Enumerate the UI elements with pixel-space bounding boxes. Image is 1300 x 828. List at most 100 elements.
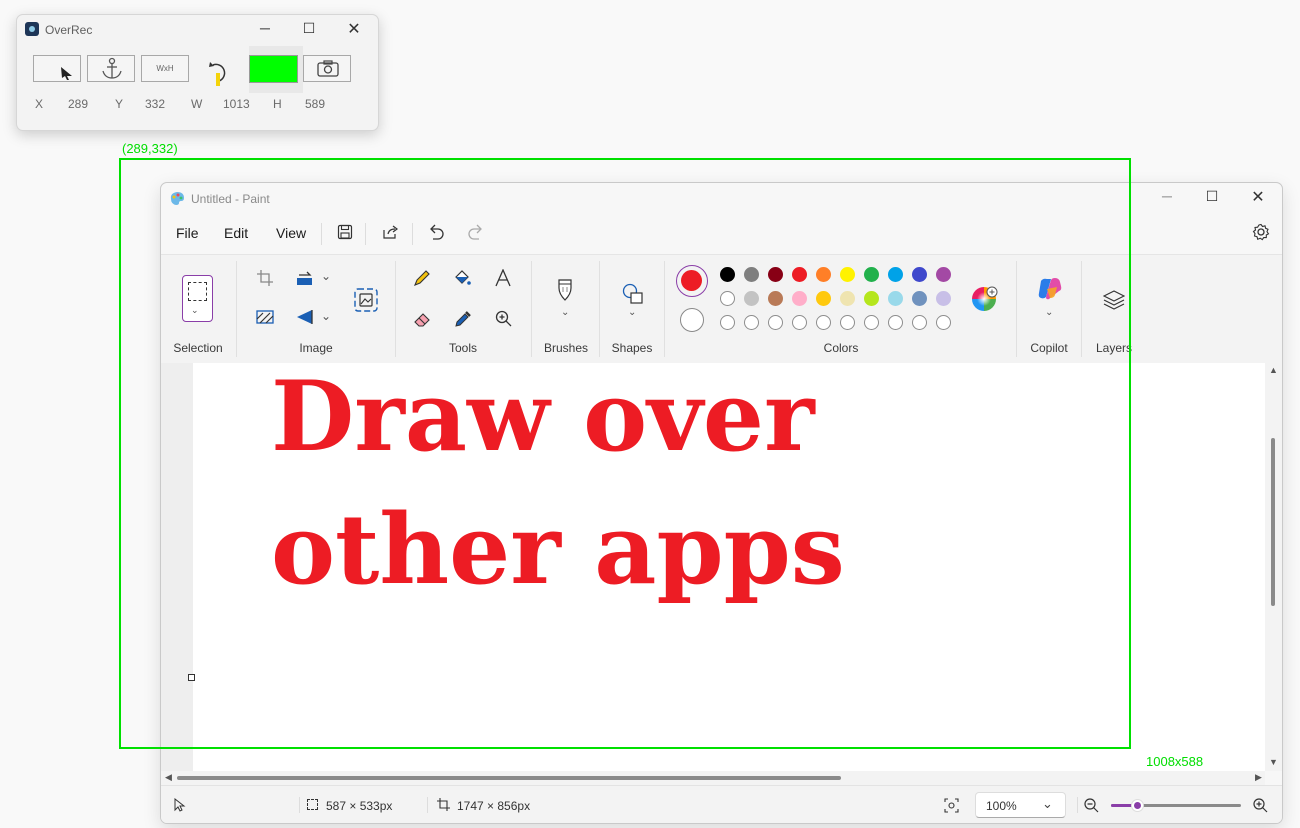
scroll-down-icon[interactable]: ▼ [1269,757,1278,767]
share-icon[interactable] [382,224,399,240]
chevron-down-icon[interactable]: ⌄ [628,307,636,318]
palette-swatch[interactable] [936,291,951,306]
palette-swatch[interactable] [816,291,831,306]
scroll-left-icon[interactable]: ◀ [165,772,172,783]
menu-edit[interactable]: Edit [224,225,248,241]
zoom-out-icon[interactable] [1084,798,1099,813]
palette-empty-slot[interactable] [864,315,879,330]
size-button[interactable]: WxH [141,55,189,82]
palette-empty-slot[interactable] [816,315,831,330]
palette-swatch[interactable] [792,291,807,306]
paint-minimize-icon[interactable]: ─ [1153,188,1181,204]
coord-w-value: 1013 [223,97,250,111]
edit-colors-icon[interactable] [971,286,999,314]
palette-swatch[interactable] [864,291,879,306]
menu-divider [412,223,413,245]
palette-swatch[interactable] [912,291,927,306]
save-icon[interactable] [337,224,353,240]
vertical-scroll-thumb[interactable] [1271,438,1275,606]
menu-divider [365,223,366,245]
menu-view[interactable]: View [276,225,306,241]
zoom-select[interactable]: 100% ⌄ [975,792,1066,818]
primary-color-ring[interactable] [676,265,708,297]
eraser-icon[interactable] [413,310,431,328]
palette-empty-slot[interactable] [840,315,855,330]
palette-swatch[interactable] [840,291,855,306]
minimize-icon[interactable]: ─ [251,20,279,36]
canvas-resize-handle[interactable] [188,674,195,681]
color-picker-icon[interactable] [454,310,472,328]
palette-empty-slot[interactable] [792,315,807,330]
magnifier-icon[interactable] [495,310,513,328]
canvas-size-icon [437,798,450,811]
rotate-flip-icon[interactable] [296,309,314,325]
pencil-icon[interactable] [413,269,431,287]
palette-swatch[interactable] [840,267,855,282]
cursor-highlight-icon[interactable] [205,55,233,87]
scroll-right-icon[interactable]: ▶ [1255,772,1262,783]
anchor-button[interactable] [87,55,135,82]
palette-swatch[interactable] [744,267,759,282]
palette-swatch[interactable] [888,291,903,306]
palette-swatch[interactable] [912,267,927,282]
palette-swatch[interactable] [816,267,831,282]
ribbon-separator [236,261,237,357]
horizontal-scrollbar[interactable]: ◀ ▶ [161,771,1265,785]
copilot-icon[interactable] [1037,277,1063,301]
primary-color-swatch [681,270,702,291]
palette-swatch[interactable] [720,267,735,282]
palette-swatch[interactable] [792,267,807,282]
chevron-down-icon[interactable]: ⌄ [1045,307,1053,318]
chevron-down-icon[interactable]: ⌄ [321,309,331,323]
paint-maximize-icon[interactable]: ☐ [1198,188,1226,205]
select-all-pattern-icon[interactable] [256,310,274,324]
palette-swatch[interactable] [768,291,783,306]
palette-empty-slot[interactable] [912,315,927,330]
image-resize-icon[interactable] [354,288,378,312]
palette-swatch[interactable] [864,267,879,282]
settings-gear-icon[interactable] [1252,223,1270,241]
scroll-up-icon[interactable]: ▲ [1269,365,1278,375]
redo-icon[interactable] [467,223,485,241]
coord-h-label: H [273,97,282,111]
zoom-in-icon[interactable] [1253,798,1268,813]
drawing-canvas[interactable]: Draw over other apps [193,360,1265,771]
layers-icon[interactable] [1103,289,1125,311]
chevron-down-icon[interactable]: ⌄ [321,269,331,283]
maximize-icon[interactable]: ☐ [295,20,323,37]
status-divider [299,797,300,813]
palette-swatch[interactable] [888,267,903,282]
resize-icon[interactable] [296,269,314,287]
palette-empty-slot[interactable] [744,315,759,330]
selection-button[interactable]: ⌄ [182,275,213,322]
selection-size: 587 × 533px [326,799,393,813]
menu-file[interactable]: File [176,225,199,241]
crop-icon[interactable] [256,269,274,287]
fit-to-window-icon[interactable] [944,798,959,813]
secondary-color-swatch[interactable] [680,308,704,332]
select-region-button[interactable] [33,55,81,82]
palette-empty-slot[interactable] [936,315,951,330]
horizontal-scroll-thumb[interactable] [177,776,841,780]
palette-empty-slot[interactable] [768,315,783,330]
zoom-slider-thumb[interactable] [1131,799,1144,812]
zoom-slider[interactable] [1111,799,1241,812]
chevron-down-icon[interactable]: ⌄ [561,307,569,318]
palette-empty-slot[interactable] [888,315,903,330]
palette-swatch[interactable] [744,291,759,306]
fill-bucket-icon[interactable] [453,269,471,287]
shapes-icon[interactable] [622,283,644,305]
brush-icon[interactable] [557,278,573,302]
undo-icon[interactable] [427,223,445,241]
palette-swatch[interactable] [720,291,735,306]
close-icon[interactable]: ✕ [340,19,368,39]
palette-swatch[interactable] [936,267,951,282]
snapshot-button[interactable] [303,55,351,82]
paint-close-icon[interactable]: ✕ [1244,187,1272,207]
vertical-scrollbar[interactable]: ▲ ▼ [1265,363,1282,771]
text-icon[interactable] [494,269,512,287]
zoom-value: 100% [986,799,1017,813]
palette-swatch[interactable] [768,267,783,282]
color-swatch-button[interactable] [249,55,298,83]
palette-empty-slot[interactable] [720,315,735,330]
